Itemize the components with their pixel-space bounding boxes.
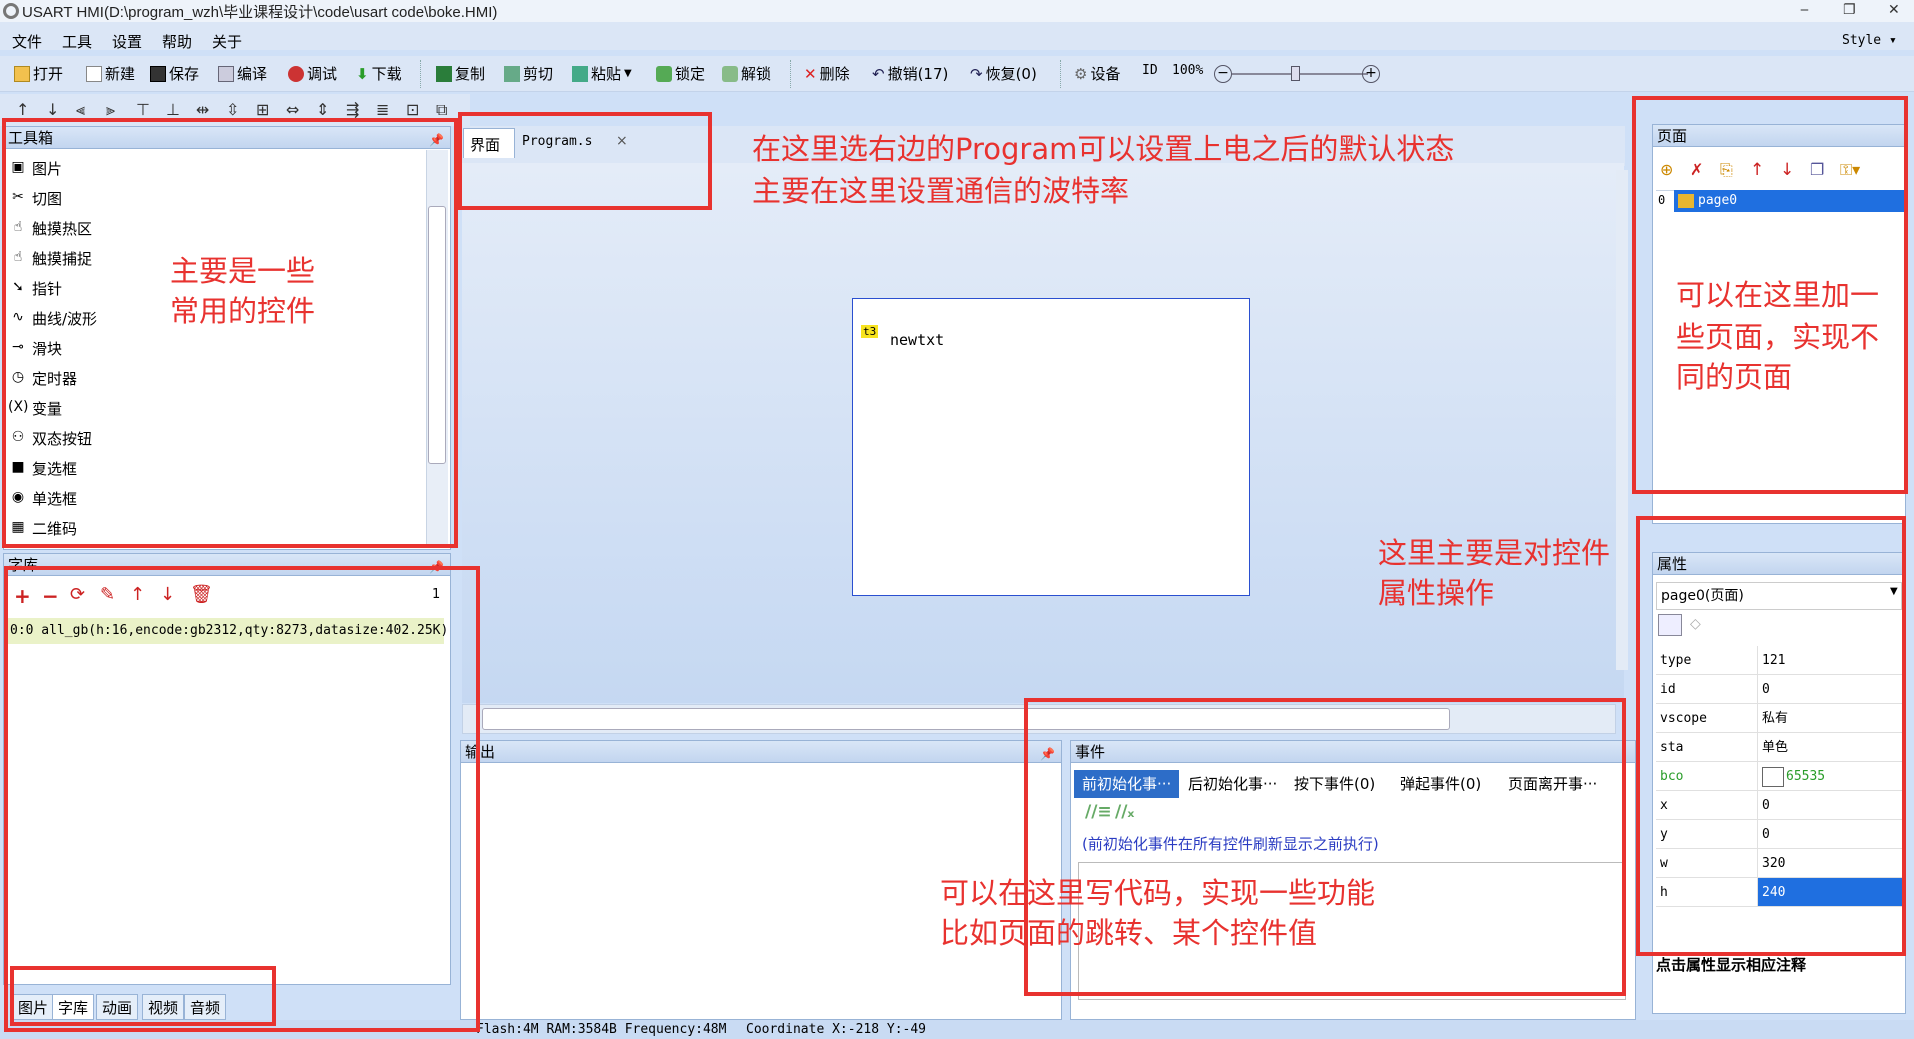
toolbar-separator: [790, 60, 791, 88]
copy-button[interactable]: 复制: [436, 63, 485, 84]
annotation-text: 主要在这里设置通信的波特率: [752, 174, 1130, 208]
cut-icon: [504, 65, 520, 82]
delete-button[interactable]: ✕ 删除: [804, 63, 850, 84]
annotation-text: 属性操作: [1378, 576, 1495, 610]
text-widget[interactable]: newtxt: [890, 331, 944, 349]
compile-icon: [218, 65, 234, 82]
same-size-icon[interactable]: ⊡: [406, 100, 419, 119]
menu-settings[interactable]: 设置: [112, 31, 142, 52]
align-bottom-icon[interactable]: ⊥: [166, 100, 180, 119]
props-note: 点击属性显示相应注释: [1656, 956, 1807, 974]
annotation-box-fontlib: [4, 566, 480, 1032]
close-window-button[interactable]: ✕: [1888, 2, 1900, 18]
menu-file[interactable]: 文件: [12, 31, 42, 52]
undo-button[interactable]: ↶ 撤销(17): [872, 63, 948, 84]
align-right-icon[interactable]: ⫸: [106, 100, 115, 120]
new-file-icon: [86, 65, 102, 82]
annotation-text: 在这里选右边的Program可以设置上电之后的默认状态: [752, 132, 1455, 166]
gear-icon: ⚙: [1074, 64, 1088, 83]
compile-button[interactable]: 编译: [218, 63, 267, 84]
annotation-text: 比如页面的跳转、某个控件值: [940, 916, 1318, 950]
annotation-text: 这里主要是对控件: [1378, 536, 1611, 570]
redo-icon: ↷: [970, 64, 983, 83]
menu-bar: [0, 22, 1914, 50]
annotation-text: 主要是一些: [170, 254, 316, 288]
center-h-icon[interactable]: ⇹: [196, 100, 209, 119]
distribute-v-icon[interactable]: ≣: [376, 100, 389, 119]
move-up-icon[interactable]: ↑: [16, 100, 29, 119]
annotation-box-toolbox: [2, 118, 458, 548]
zoom-slider[interactable]: [1232, 73, 1368, 75]
distribute-h-icon[interactable]: ⇶: [346, 100, 359, 119]
same-width-icon[interactable]: ⇔: [286, 100, 299, 119]
cut-button[interactable]: 剪切: [504, 63, 553, 84]
grid-icon[interactable]: ⊞: [256, 100, 269, 119]
minimize-button[interactable]: ‒: [1800, 2, 1809, 18]
redo-button[interactable]: ↷ 恢复(0): [970, 63, 1037, 84]
menu-about[interactable]: 关于: [212, 31, 242, 52]
debug-button[interactable]: 调试: [288, 63, 337, 84]
app-icon: [3, 3, 19, 19]
same-height-icon[interactable]: ⇕: [316, 100, 329, 119]
align-left-icon[interactable]: ⫷: [76, 100, 85, 120]
new-button[interactable]: 新建: [86, 63, 135, 84]
paste-button[interactable]: 粘贴 ▼: [572, 63, 632, 84]
annotation-text: 些页面，实现不: [1676, 320, 1880, 354]
toolbar-separator: [1060, 60, 1061, 88]
layer-icon[interactable]: ⧉: [436, 100, 447, 120]
maximize-button[interactable]: ❐: [1843, 2, 1856, 18]
save-button[interactable]: 保存: [150, 63, 199, 84]
menu-tools[interactable]: 工具: [62, 31, 92, 52]
lock-button[interactable]: 锁定: [656, 63, 705, 84]
delete-icon: ✕: [804, 64, 817, 83]
unlock-icon: [722, 65, 738, 82]
annotation-text: 常用的控件: [170, 294, 316, 328]
zoom-slider-thumb[interactable]: [1291, 66, 1300, 81]
annotation-text: 可以在这里写代码，实现一些功能: [940, 876, 1376, 910]
undo-icon: ↶: [872, 64, 885, 83]
annotation-box-tabs: [458, 112, 712, 210]
annotation-box-props: [1636, 516, 1906, 956]
annotation-text: 可以在这里加一: [1676, 278, 1880, 312]
zoom-out-button[interactable]: −: [1214, 65, 1232, 83]
canvas-vscroll[interactable]: [1616, 170, 1628, 670]
unlock-button[interactable]: 解锁: [722, 63, 771, 84]
settings-button[interactable]: ⚙ 设备: [1074, 63, 1120, 84]
chevron-down-icon: ▼: [624, 68, 632, 79]
output-header: 输出 📌: [461, 741, 1061, 763]
status-coordinate: Coordinate X:-218 Y:-49: [746, 1022, 927, 1037]
align-top-icon[interactable]: ⊤: [136, 100, 150, 119]
style-dropdown[interactable]: Style ▾: [1842, 33, 1897, 48]
center-v-icon[interactable]: ⇳: [226, 100, 239, 119]
zoom-in-button[interactable]: +: [1362, 65, 1380, 83]
paste-icon: [572, 65, 588, 82]
lock-icon: [656, 65, 672, 82]
download-icon: ⬇: [356, 64, 369, 83]
debug-icon: [288, 65, 304, 82]
widget-id-badge: t3: [861, 325, 879, 338]
download-button[interactable]: ⬇ 下载: [356, 63, 402, 84]
move-down-icon[interactable]: ↓: [46, 100, 59, 119]
folder-icon: [14, 65, 30, 82]
window-title: USART HMI(D:\program_wzh\毕业课程设计\code\usa…: [22, 4, 498, 21]
annotation-box-resource-tabs: [10, 966, 276, 1026]
menu-help[interactable]: 帮助: [162, 31, 192, 52]
save-icon: [150, 65, 166, 82]
status-memory: Flash:4M RAM:3584B Frequency:48M: [476, 1022, 727, 1037]
id-button[interactable]: ID: [1142, 63, 1158, 78]
toolbar-separator: [420, 60, 421, 88]
zoom-level: 100%: [1172, 63, 1204, 78]
annotation-text: 同的页面: [1676, 360, 1793, 394]
copy-icon: [436, 65, 452, 82]
open-button[interactable]: 打开: [14, 63, 63, 84]
